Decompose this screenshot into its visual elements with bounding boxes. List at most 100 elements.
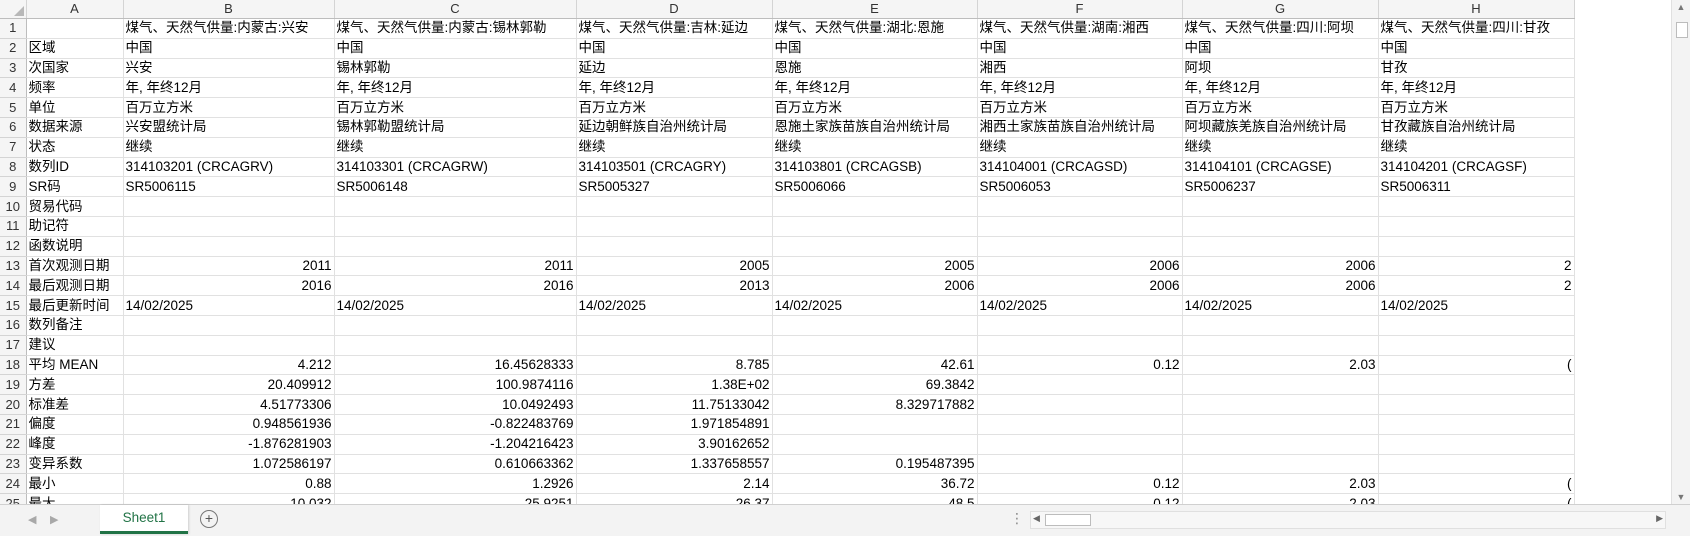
row-header[interactable]: 2 <box>0 38 27 59</box>
data-cell[interactable] <box>977 374 1183 396</box>
column-header-g[interactable]: G <box>1182 0 1379 19</box>
data-cell[interactable]: 0.12 <box>977 355 1183 376</box>
row-label-cell[interactable]: 贸易代码 <box>26 196 124 217</box>
row-header[interactable]: 13 <box>0 256 27 277</box>
data-cell[interactable]: ( <box>1378 473 1575 495</box>
data-cell[interactable] <box>1378 315 1575 336</box>
data-cell[interactable]: 百万立方米 <box>772 97 978 118</box>
row-header[interactable]: 19 <box>0 374 27 396</box>
data-cell[interactable] <box>772 414 978 435</box>
data-cell[interactable]: 2005 <box>576 256 773 277</box>
scroll-down-icon[interactable]: ▼ <box>1672 492 1690 502</box>
data-cell[interactable]: 10.032 <box>123 493 335 504</box>
data-cell[interactable]: 煤气、天然气供量:湖南:湘西 <box>977 18 1183 39</box>
data-cell[interactable]: SR5006237 <box>1182 176 1379 198</box>
data-cell[interactable]: 2016 <box>123 275 335 297</box>
row-label-cell[interactable]: 方差 <box>26 374 124 396</box>
row-header[interactable]: 15 <box>0 295 27 316</box>
data-cell[interactable]: 中国 <box>977 38 1183 59</box>
data-cell[interactable]: 百万立方米 <box>977 97 1183 118</box>
data-cell[interactable]: 3.90162652 <box>576 434 773 455</box>
data-cell[interactable]: 314103501 (CRCAGRY) <box>576 157 773 178</box>
row-label-cell[interactable]: 最大 <box>26 493 124 504</box>
data-cell[interactable]: 0.948561936 <box>123 414 335 435</box>
data-cell[interactable] <box>1182 216 1379 237</box>
data-cell[interactable]: SR5006115 <box>123 176 335 198</box>
row-label-cell[interactable]: 峰度 <box>26 434 124 455</box>
row-header[interactable]: 8 <box>0 157 27 178</box>
data-cell[interactable]: 年, 年终12月 <box>576 77 773 99</box>
data-cell[interactable]: ( <box>1378 355 1575 376</box>
data-cell[interactable] <box>772 236 978 257</box>
data-cell[interactable]: 甘孜 <box>1378 58 1575 79</box>
data-cell[interactable]: 年, 年终12月 <box>772 77 978 99</box>
data-cell[interactable]: 煤气、天然气供量:湖北:恩施 <box>772 18 978 39</box>
more-options-icon[interactable]: ⋮ <box>1010 510 1024 527</box>
data-cell[interactable] <box>772 434 978 455</box>
data-cell[interactable] <box>123 196 335 217</box>
data-cell[interactable]: 百万立方米 <box>1182 97 1379 118</box>
data-cell[interactable] <box>334 335 577 356</box>
data-cell[interactable]: 2011 <box>123 256 335 277</box>
data-cell[interactable]: 11.75133042 <box>576 394 773 415</box>
row-header[interactable]: 25 <box>0 493 27 504</box>
data-cell[interactable] <box>772 315 978 336</box>
data-cell[interactable]: 0.88 <box>123 473 335 495</box>
column-header-d[interactable]: D <box>576 0 773 19</box>
vertical-scrollbar[interactable]: ▲ ▼ <box>1671 0 1690 504</box>
row-label-cell[interactable] <box>26 18 124 39</box>
data-cell[interactable]: 中国 <box>1182 38 1379 59</box>
row-label-cell[interactable]: 偏度 <box>26 414 124 435</box>
data-cell[interactable]: 年, 年终12月 <box>334 77 577 99</box>
data-cell[interactable]: 阿坝藏族羌族自治州统计局 <box>1182 117 1379 138</box>
data-cell[interactable]: 1.971854891 <box>576 414 773 435</box>
data-cell[interactable]: 煤气、天然气供量:内蒙古:锡林郭勒 <box>334 18 577 39</box>
select-all-corner[interactable] <box>0 0 27 19</box>
data-cell[interactable]: SR5006311 <box>1378 176 1575 198</box>
data-cell[interactable] <box>576 335 773 356</box>
vertical-scroll-thumb[interactable] <box>1676 22 1688 38</box>
row-header[interactable]: 24 <box>0 473 27 495</box>
data-cell[interactable]: 百万立方米 <box>334 97 577 118</box>
row-header[interactable]: 17 <box>0 335 27 356</box>
data-cell[interactable]: 16.45628333 <box>334 355 577 376</box>
data-cell[interactable]: 中国 <box>772 38 978 59</box>
column-header-c[interactable]: C <box>334 0 577 19</box>
data-cell[interactable]: 百万立方米 <box>1378 97 1575 118</box>
data-cell[interactable] <box>1182 196 1379 217</box>
column-header-b[interactable]: B <box>123 0 335 19</box>
data-cell[interactable]: 继续 <box>334 137 577 158</box>
data-cell[interactable] <box>1182 374 1379 396</box>
data-cell[interactable]: 中国 <box>1378 38 1575 59</box>
row-header[interactable]: 12 <box>0 236 27 257</box>
data-cell[interactable]: SR5006066 <box>772 176 978 198</box>
data-cell[interactable]: 延边朝鲜族自治州统计局 <box>576 117 773 138</box>
data-cell[interactable]: 14/02/2025 <box>576 295 773 316</box>
data-cell[interactable]: 314103301 (CRCAGRW) <box>334 157 577 178</box>
column-header-e[interactable]: E <box>772 0 978 19</box>
data-cell[interactable]: 年, 年终12月 <box>1378 77 1575 99</box>
data-cell[interactable]: 14/02/2025 <box>123 295 335 316</box>
data-cell[interactable]: 中国 <box>576 38 773 59</box>
data-cell[interactable]: 2006 <box>1182 275 1379 297</box>
data-cell[interactable] <box>123 335 335 356</box>
horizontal-scroll-thumb[interactable] <box>1045 514 1091 526</box>
data-cell[interactable]: SR5006148 <box>334 176 577 198</box>
data-cell[interactable]: 继续 <box>1378 137 1575 158</box>
data-cell[interactable] <box>123 216 335 237</box>
data-cell[interactable]: 兴安 <box>123 58 335 79</box>
data-cell[interactable] <box>576 216 773 237</box>
data-cell[interactable]: 1.38E+02 <box>576 374 773 396</box>
data-cell[interactable]: 0.195487395 <box>772 454 978 475</box>
data-cell[interactable] <box>1378 394 1575 415</box>
data-cell[interactable]: 0.12 <box>977 493 1183 504</box>
row-label-cell[interactable]: 最后更新时间 <box>26 295 124 316</box>
scroll-left-icon[interactable]: ◀ <box>1033 513 1040 524</box>
data-cell[interactable]: 0.610663362 <box>334 454 577 475</box>
data-cell[interactable]: 煤气、天然气供量:四川:甘孜 <box>1378 18 1575 39</box>
row-label-cell[interactable]: 状态 <box>26 137 124 158</box>
row-label-cell[interactable]: 变异系数 <box>26 454 124 475</box>
data-cell[interactable]: 2006 <box>977 256 1183 277</box>
data-cell[interactable]: 继续 <box>576 137 773 158</box>
row-label-cell[interactable]: 最小 <box>26 473 124 495</box>
